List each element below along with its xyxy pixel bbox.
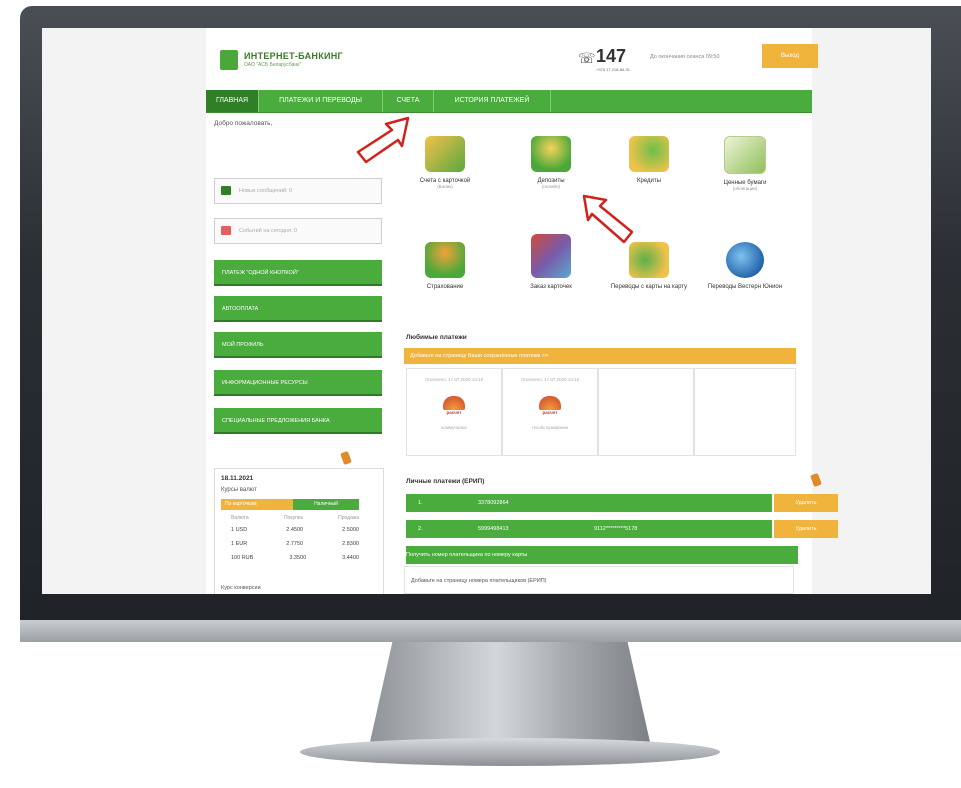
arrow-to-accounts-icon [356, 116, 410, 164]
annotation-arrows [356, 116, 634, 244]
arrow-to-deposits-icon [582, 194, 634, 244]
